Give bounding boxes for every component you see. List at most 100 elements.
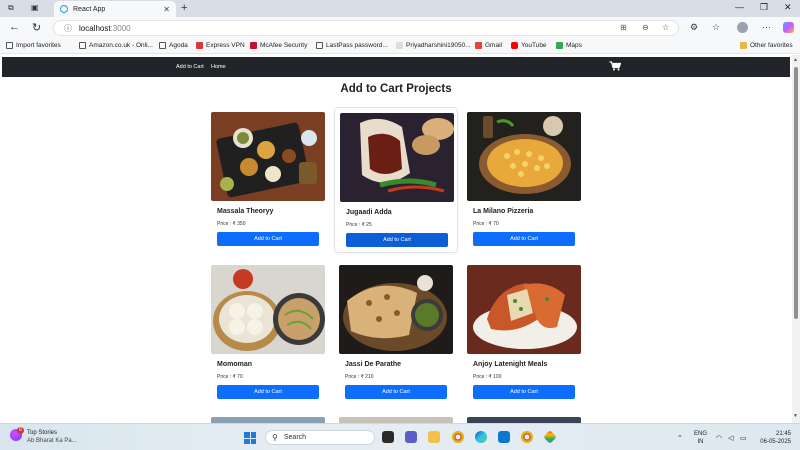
product-price: Price : ₹ 350	[217, 221, 246, 227]
bookmark-import-favorites[interactable]: Import favorites	[6, 42, 61, 49]
react-favicon-icon	[60, 5, 68, 13]
product-name: Jassi De Parathe	[345, 361, 402, 368]
product-image-wrap	[340, 113, 454, 202]
bookmark-lastpass[interactable]: LastPass password...	[316, 42, 388, 49]
tab-close-icon[interactable]: ✕	[163, 5, 170, 14]
bookmark-label: McAfee Security	[260, 42, 308, 49]
chrome-profile-icon[interactable]	[521, 431, 533, 443]
extensions-icon[interactable]: ⚙	[690, 22, 698, 33]
nav-add-to-cart-link[interactable]: Add to Cart	[176, 64, 204, 70]
restore-icon[interactable]: ❐	[760, 2, 768, 13]
folder-icon	[740, 42, 747, 49]
bookmark-label: Import favorites	[16, 42, 61, 49]
product-image-roll	[467, 265, 581, 354]
bookmark-amazon[interactable]: Amazon.co.uk - Onli...	[79, 42, 153, 49]
zoom-icon[interactable]: ⊖	[642, 23, 649, 32]
battery-icon[interactable]: ▭	[740, 434, 747, 442]
bookmarks-bar: Import favorites Amazon.co.uk - Onli... …	[0, 39, 800, 54]
scroll-down-icon[interactable]: ▼	[793, 413, 798, 419]
app-navbar: Add to Cart Home	[2, 57, 790, 77]
import-icon	[6, 42, 13, 49]
product-card: Momoman Price : ₹ 70 Add to Cart	[206, 260, 330, 406]
bookmark-gmail[interactable]: Gmail	[475, 42, 502, 49]
profile-avatar[interactable]	[737, 22, 748, 33]
page-scrollbar[interactable]: ▲ ▼	[792, 55, 800, 423]
bookmark-label: Maps	[566, 42, 582, 49]
product-card: Jassi De Parathe Price : ₹ 210 Add to Ca…	[334, 260, 458, 406]
start-windows-icon[interactable]	[244, 432, 256, 444]
bookmark-maps[interactable]: Maps	[556, 42, 582, 49]
add-to-cart-button[interactable]: Add to Cart	[473, 385, 575, 399]
file-explorer-icon[interactable]	[428, 431, 440, 443]
product-card: La Milano Pizzeria Price : ₹ 70 Add to C…	[462, 107, 586, 253]
more-options-icon[interactable]: ···	[762, 22, 771, 32]
browser-tab-react-app[interactable]: React App ✕	[54, 1, 176, 17]
cart-icon[interactable]	[609, 61, 621, 71]
page-icon	[396, 42, 403, 49]
address-port: :3000	[110, 23, 131, 33]
task-view-icon[interactable]	[382, 431, 394, 443]
app-available-icon[interactable]: ⊞	[620, 23, 627, 32]
maps-icon	[556, 42, 563, 49]
window-close-icon[interactable]: ✕	[784, 2, 792, 13]
scrollbar-thumb[interactable]	[794, 67, 798, 319]
clock-time: 21:45	[775, 431, 791, 437]
site-info-icon[interactable]: ⓘ	[64, 23, 72, 34]
taskbar-search-label: Search	[283, 434, 307, 441]
add-to-cart-button[interactable]: Add to Cart	[345, 385, 447, 399]
vscode-icon[interactable]	[498, 431, 510, 443]
product-image-thali	[211, 112, 325, 201]
vertical-tabs-icon[interactable]: ▣	[31, 3, 39, 12]
bookmark-youtube[interactable]: YouTube	[511, 42, 547, 49]
add-to-cart-button[interactable]: Add to Cart	[217, 232, 319, 246]
chrome-icon[interactable]	[452, 431, 464, 443]
page-title: Add to Cart Projects	[340, 83, 452, 95]
wifi-icon[interactable]: ◠	[716, 434, 722, 442]
language-indicator[interactable]: ENG IN	[694, 430, 707, 446]
system-clock[interactable]: 21:45 06-05-2025	[755, 430, 791, 446]
product-name: La Milano Pizzeria	[473, 208, 534, 215]
favorite-star-icon[interactable]: ☆	[662, 23, 669, 32]
show-hidden-icons-icon[interactable]: ⌃	[677, 434, 683, 442]
add-to-cart-button[interactable]: Add to Cart	[346, 233, 448, 247]
bookmark-express-vpn[interactable]: Express VPN	[196, 42, 245, 49]
news-subtitle[interactable]: Ab Bharat Ka Pa...	[27, 438, 77, 444]
windows-taskbar: 6 Top Stories Ab Bharat Ka Pa... ⚲ Searc…	[0, 423, 800, 450]
volume-icon[interactable]: ◁	[728, 434, 733, 442]
clock-date: 06-05-2025	[760, 439, 791, 445]
product-image-pizza	[467, 112, 581, 201]
new-tab-button[interactable]: +	[181, 2, 187, 14]
copilot-icon[interactable]	[783, 22, 794, 33]
add-to-cart-button[interactable]: Add to Cart	[217, 385, 319, 399]
edge-icon[interactable]	[475, 431, 487, 443]
add-to-cart-button[interactable]: Add to Cart	[473, 232, 575, 246]
workspaces-icon[interactable]: ⧉	[8, 3, 14, 13]
bookmark-mcafee[interactable]: McAfee Security	[250, 42, 307, 49]
language-code: ENG	[694, 431, 708, 437]
bookmark-label: Gmail	[485, 42, 502, 49]
news-badge: 6	[17, 427, 24, 434]
bookmark-priyadharshini[interactable]: Priyadharshini19050...	[396, 42, 471, 49]
bookmark-agoda[interactable]: Agoda	[159, 42, 188, 49]
bookmark-label: YouTube	[521, 42, 547, 49]
teams-icon[interactable]	[405, 431, 417, 443]
page-icon	[159, 42, 166, 49]
bookmark-label: Amazon.co.uk - Onli...	[89, 42, 153, 49]
back-icon[interactable]: ←	[9, 21, 20, 33]
favorites-icon[interactable]: ☆	[712, 22, 720, 33]
minimize-icon[interactable]: —	[735, 2, 744, 12]
news-title[interactable]: Top Stories	[27, 430, 57, 436]
address-host: localhost	[79, 23, 111, 33]
taskbar-search[interactable]: ⚲ Search	[265, 430, 375, 445]
product-price: Price : ₹ 70	[473, 221, 499, 227]
product-image-momos	[211, 265, 325, 354]
refresh-icon[interactable]: ↻	[32, 21, 41, 34]
bookmark-label: Agoda	[169, 42, 188, 49]
product-image-paratha	[339, 265, 453, 354]
browser-tab-strip: ⧉ ▣ React App ✕ + — ❐ ✕	[0, 0, 800, 17]
nav-home-link[interactable]: Home	[211, 64, 226, 70]
address-bar[interactable]: ⓘ localhost :3000 ⊞ ⊖ ☆	[53, 20, 679, 36]
scroll-up-icon[interactable]: ▲	[793, 57, 798, 63]
bookmark-other-favorites[interactable]: Other favorites	[740, 42, 793, 49]
gemini-app-icon[interactable]	[543, 430, 557, 444]
